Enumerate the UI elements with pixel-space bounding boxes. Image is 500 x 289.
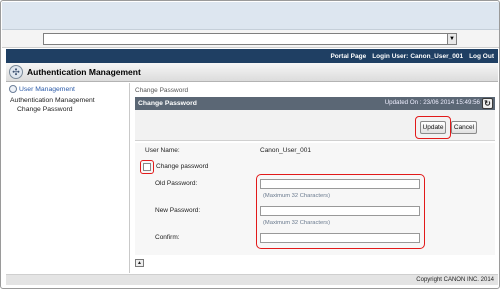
browser-window: ▼ Portal Page Login User: Canon_User_001… [0, 0, 500, 289]
app-title: Authentication Management [27, 67, 141, 77]
sidebar-header-label: User Management [19, 85, 75, 93]
update-button[interactable]: Update [420, 121, 446, 134]
main-content: Change Password Change Password Updated … [133, 83, 497, 273]
cancel-button[interactable]: Cancel [451, 121, 477, 134]
confirm-label: Confirm: [155, 234, 180, 241]
sidebar-item-change-password[interactable]: Change Password [6, 106, 129, 113]
gear-icon [9, 85, 17, 93]
login-user-name: Canon_User_001 [410, 52, 464, 60]
authentication-icon: ✣ [9, 65, 23, 79]
app-titlebar: ✣ Authentication Management [6, 63, 498, 82]
footer: Copyright CANON INC. 2014 [6, 274, 498, 285]
user-name-value: Canon_User_001 [260, 147, 311, 154]
change-password-label: Change password [156, 163, 209, 170]
password-form: User Name: Canon_User_001 Change passwor… [135, 143, 495, 255]
change-password-checkbox[interactable] [143, 163, 151, 171]
sidebar-header[interactable]: User Management [6, 83, 129, 95]
refresh-icon: ↻ [484, 99, 491, 108]
address-dropdown-button[interactable]: ▼ [447, 33, 457, 45]
portal-page-link[interactable]: Portal Page [330, 53, 366, 60]
address-input[interactable]: ▼ [43, 33, 457, 45]
old-password-label: Old Password: [155, 180, 198, 187]
new-password-label: New Password: [155, 207, 201, 214]
panel-title: Change Password [138, 100, 197, 107]
top-nav: Portal Page Login User: Canon_User_001 L… [6, 49, 498, 63]
browser-toolbar [2, 2, 499, 30]
address-bar: ▼ [2, 30, 499, 48]
scroll-top-button[interactable]: ▲ [135, 259, 144, 267]
action-toolbar: Update Cancel [135, 110, 495, 141]
login-user-label: Login User: [372, 52, 409, 60]
password-fields-highlight [256, 174, 425, 249]
updated-timestamp: Updated On : 23/06 2014 15:49:56 [384, 99, 480, 106]
user-name-label: User Name: [145, 147, 180, 154]
sidebar: User Management Authentication Managemen… [6, 83, 130, 273]
logout-link[interactable]: Log Out [469, 53, 494, 60]
breadcrumb: Change Password [135, 87, 189, 94]
sidebar-item-authentication-management[interactable]: Authentication Management [6, 95, 129, 106]
panel-header: Change Password Updated On : 23/06 2014 … [135, 97, 495, 110]
copyright-text: Copyright CANON INC. 2014 [416, 277, 494, 283]
refresh-button[interactable]: ↻ [482, 98, 493, 109]
arrow-up-icon: ▲ [137, 260, 142, 266]
chevron-down-icon: ▼ [449, 36, 455, 42]
